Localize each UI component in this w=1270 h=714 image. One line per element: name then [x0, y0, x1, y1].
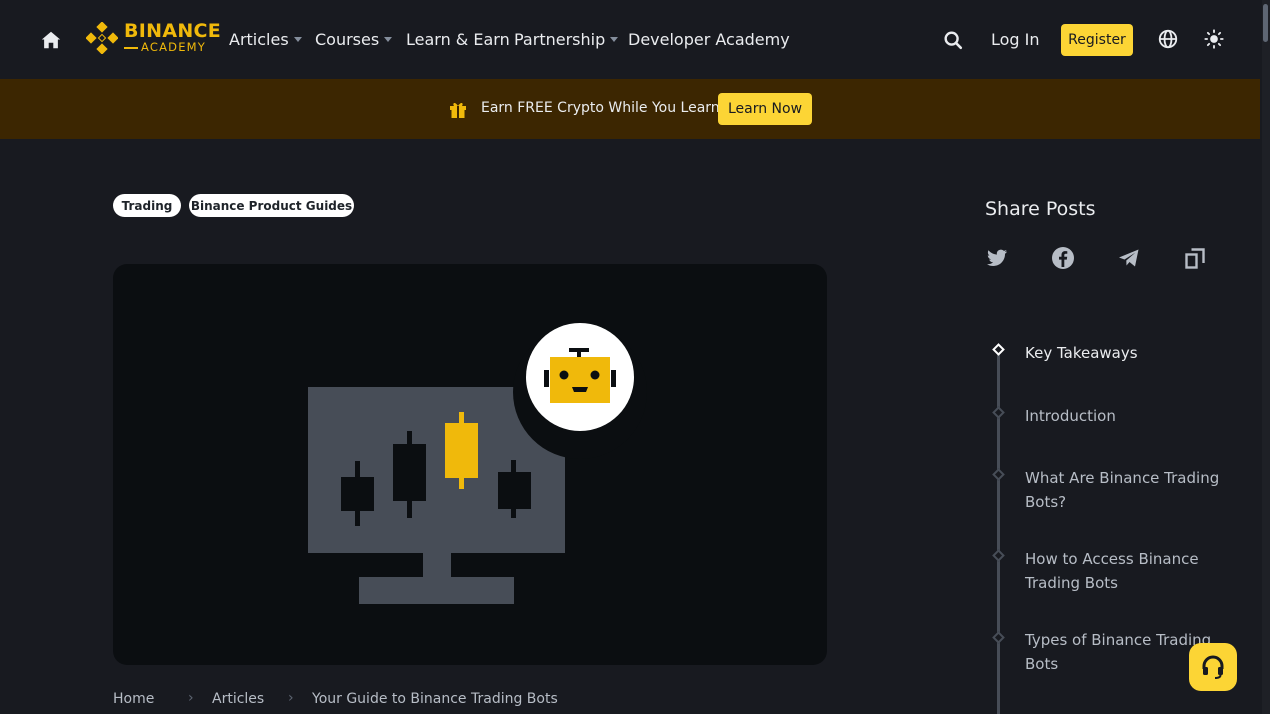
nav-partnership[interactable]: Partnership	[514, 30, 619, 49]
toc-item-what-are-bots[interactable]: What Are Binance Trading Bots?	[1025, 466, 1225, 514]
scrollbar-thumb[interactable]	[1263, 4, 1268, 42]
toc-marker-icon	[992, 343, 1005, 356]
chevron-right-icon: ›	[288, 690, 294, 706]
nav-courses[interactable]: Courses	[315, 30, 393, 49]
nav-articles[interactable]: Articles	[229, 30, 302, 49]
nav-developer-academy[interactable]: Developer Academy	[628, 30, 790, 49]
toc-marker-icon	[992, 406, 1005, 419]
toc-marker-icon	[992, 468, 1005, 481]
breadcrumb-home[interactable]: Home	[113, 691, 154, 707]
chevron-down-icon	[293, 37, 302, 42]
toc-item-how-to-access[interactable]: How to Access Binance Trading Bots	[1025, 547, 1225, 595]
nav-learn-earn[interactable]: Learn & Earn	[406, 30, 510, 49]
logo-subtitle: ACADEMY	[141, 40, 207, 55]
logo-wordmark: BINANCE	[124, 20, 222, 43]
support-chat-button[interactable]	[1189, 643, 1237, 691]
tag-binance-product-guides[interactable]: Binance Product Guides	[189, 194, 354, 217]
register-button[interactable]: Register	[1061, 24, 1133, 56]
binance-logo-icon	[86, 22, 118, 54]
chevron-down-icon	[384, 37, 393, 42]
chevron-down-icon	[610, 37, 619, 42]
twitter-icon[interactable]	[985, 246, 1009, 270]
hero-image	[113, 264, 827, 665]
gift-icon	[450, 102, 466, 118]
share-posts-title: Share Posts	[985, 198, 1096, 220]
theme-toggle-icon[interactable]	[1203, 28, 1225, 50]
globe-icon[interactable]	[1157, 28, 1179, 50]
login-link[interactable]: Log In	[991, 30, 1040, 49]
binance-academy-logo[interactable]: BINANCE ACADEMY	[86, 22, 221, 54]
facebook-icon[interactable]	[1051, 246, 1075, 270]
banner-text: Earn FREE Crypto While You Learn	[481, 100, 720, 116]
toc-marker-icon	[992, 631, 1005, 644]
headset-icon	[1202, 655, 1224, 679]
toc-item-introduction[interactable]: Introduction	[1025, 404, 1225, 428]
breadcrumb-current: Your Guide to Binance Trading Bots	[312, 691, 558, 707]
toc-marker-icon	[992, 549, 1005, 562]
chevron-right-icon: ›	[188, 690, 194, 706]
telegram-icon[interactable]	[1117, 246, 1141, 270]
tag-trading[interactable]: Trading	[113, 194, 181, 217]
page-scrollbar[interactable]	[1262, 0, 1270, 714]
search-icon[interactable]	[942, 29, 964, 51]
breadcrumb-articles[interactable]: Articles	[212, 691, 264, 707]
toc-item-key-takeaways[interactable]: Key Takeaways	[1025, 341, 1225, 365]
trading-bot-illustration	[308, 323, 647, 604]
home-icon[interactable]	[40, 29, 62, 51]
learn-now-button[interactable]: Learn Now	[718, 93, 812, 125]
copy-link-icon[interactable]	[1183, 246, 1207, 270]
